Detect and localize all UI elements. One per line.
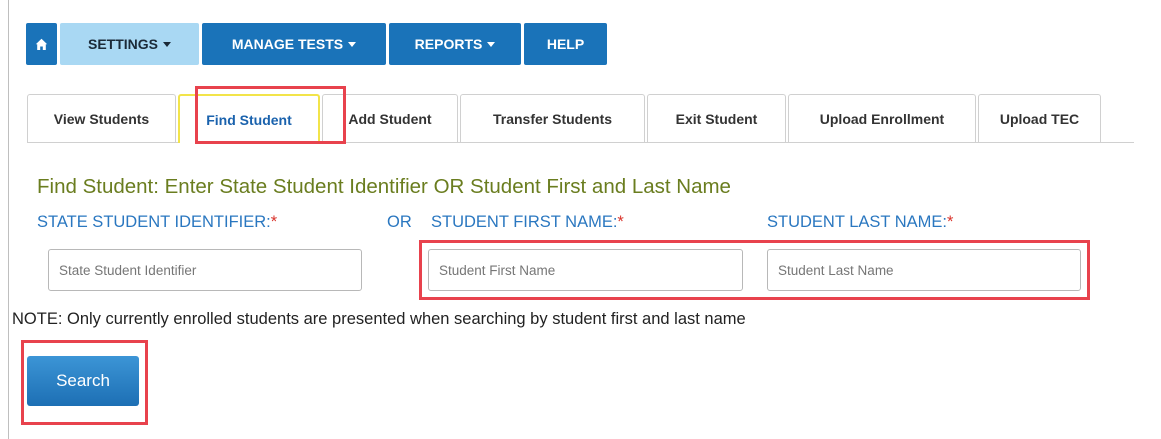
search-note: NOTE: Only currently enrolled students a…: [12, 310, 746, 328]
reports-menu[interactable]: REPORTS: [389, 23, 521, 65]
tab-exit-student[interactable]: Exit Student: [647, 94, 786, 142]
home-button[interactable]: [26, 23, 57, 65]
tab-upload-tec[interactable]: Upload TEC: [978, 94, 1101, 142]
required-mark: *: [617, 213, 624, 231]
tab-view-students[interactable]: View Students: [27, 94, 176, 142]
ssid-label-text: STATE STUDENT IDENTIFIER:: [37, 213, 271, 231]
last-name-label: STUDENT LAST NAME:*: [767, 213, 953, 232]
required-mark: *: [947, 213, 954, 231]
first-name-label: STUDENT FIRST NAME:*: [431, 213, 624, 232]
tab-find-student[interactable]: Find Student: [178, 94, 320, 143]
tab-transfer-students[interactable]: Transfer Students: [460, 94, 645, 142]
home-icon: [35, 38, 48, 50]
tab-add-student[interactable]: Add Student: [322, 94, 458, 142]
manage-tests-menu[interactable]: MANAGE TESTS: [202, 23, 386, 65]
tab-upload-enrollment[interactable]: Upload Enrollment: [788, 94, 976, 142]
help-label: HELP: [546, 36, 585, 52]
last-name-input[interactable]: [767, 249, 1081, 291]
first-name-label-text: STUDENT FIRST NAME:: [431, 213, 618, 231]
or-label: OR: [387, 213, 412, 231]
help-button[interactable]: HELP: [524, 23, 607, 65]
ssid-input[interactable]: [48, 249, 362, 291]
reports-label: REPORTS: [414, 36, 483, 52]
search-button[interactable]: Search: [27, 356, 139, 406]
settings-menu[interactable]: SETTINGS: [60, 23, 199, 65]
ssid-label: STATE STUDENT IDENTIFIER:*: [37, 213, 277, 232]
last-name-label-text: STUDENT LAST NAME:: [767, 213, 948, 231]
manage-tests-label: MANAGE TESTS: [231, 36, 344, 52]
tab-bar: View Students Find Student Add Student T…: [27, 94, 1103, 143]
chevron-down-icon: [487, 42, 496, 47]
first-name-input[interactable]: [428, 249, 743, 291]
required-mark: *: [270, 213, 278, 231]
top-nav: SETTINGS MANAGE TESTS REPORTS HELP: [26, 23, 610, 65]
chevron-down-icon: [348, 42, 357, 47]
chevron-down-icon: [163, 42, 171, 47]
page-title: Find Student: Enter State Student Identi…: [37, 175, 731, 198]
settings-label: SETTINGS: [87, 36, 158, 52]
